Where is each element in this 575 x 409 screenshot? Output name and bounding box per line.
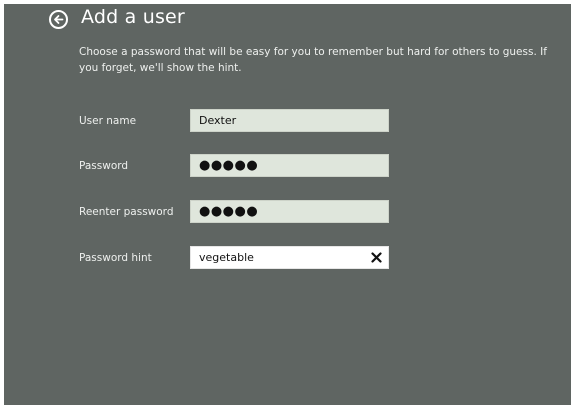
password-hint-field[interactable]: vegetable [190, 246, 389, 269]
clear-hint-button[interactable] [369, 250, 384, 265]
password-field[interactable]: ●●●●● [190, 154, 389, 177]
password-value: ●●●●● [199, 158, 259, 173]
close-icon [371, 252, 382, 263]
reenter-password-field[interactable]: ●●●●● [190, 200, 389, 223]
password-hint-label: Password hint [79, 252, 152, 264]
username-field[interactable]: Dexter [190, 109, 389, 132]
add-user-screen: Add a user Choose a password that will b… [4, 4, 571, 405]
back-button[interactable] [49, 10, 68, 29]
username-value: Dexter [199, 114, 237, 127]
reenter-password-value: ●●●●● [199, 204, 259, 219]
page-title: Add a user [81, 6, 185, 28]
reenter-password-label: Reenter password [79, 206, 174, 218]
back-arrow-icon [54, 15, 64, 24]
page-description: Choose a password that will be easy for … [79, 46, 547, 74]
password-label: Password [79, 160, 129, 172]
password-hint-value: vegetable [199, 251, 254, 264]
username-label: User name [79, 115, 137, 127]
